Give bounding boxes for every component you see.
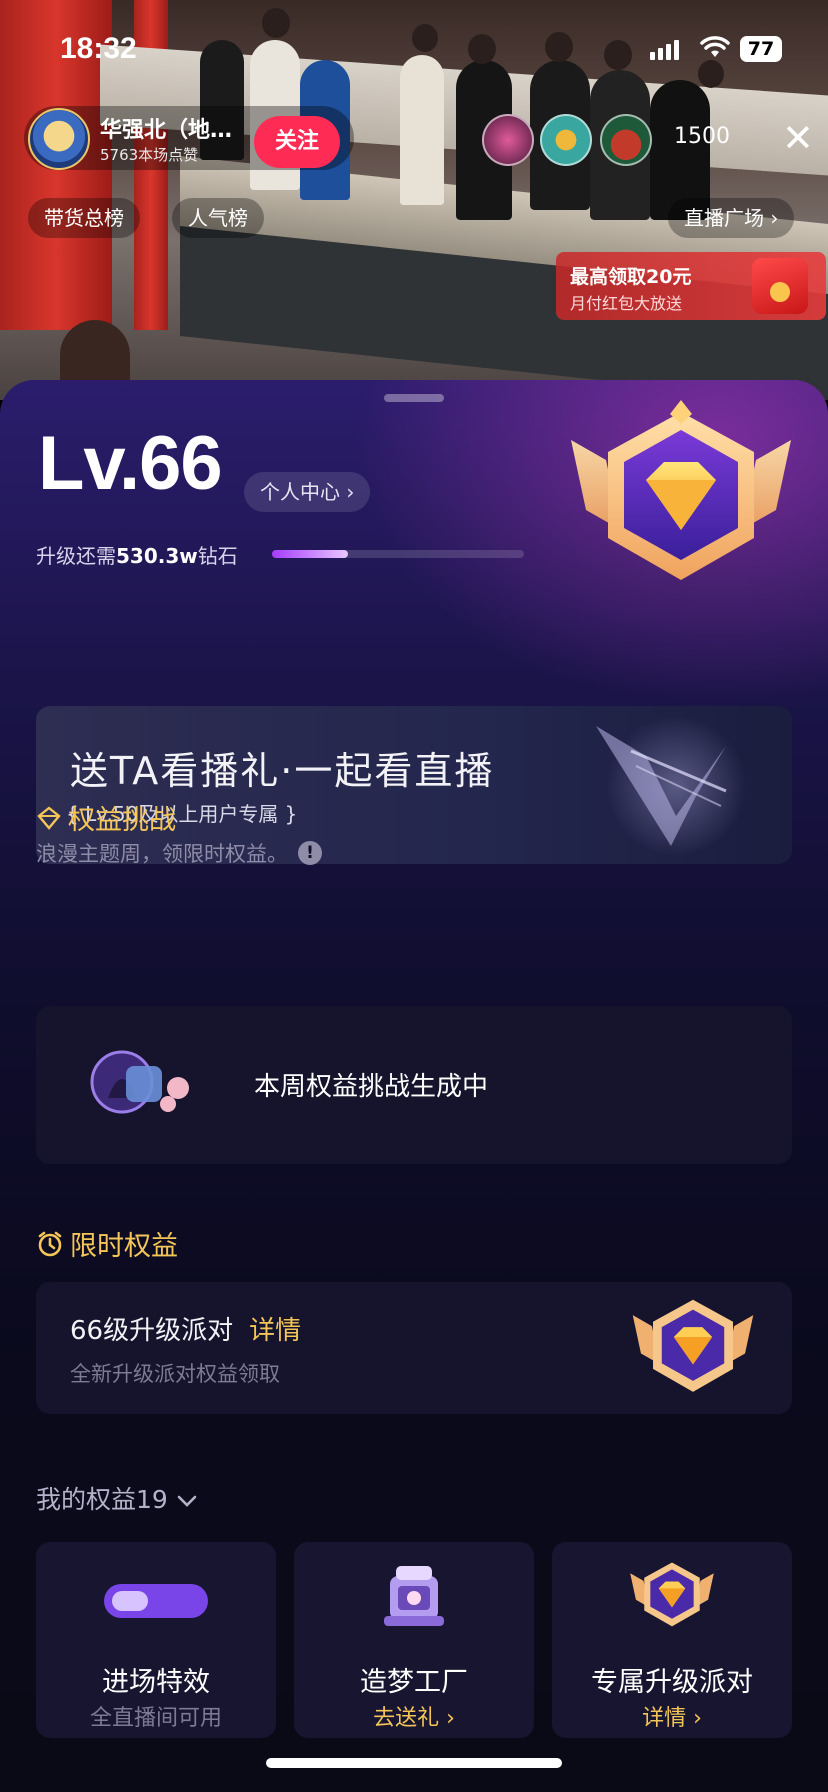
red-packet-title: 最高领取20元	[570, 266, 692, 288]
upgrade-value: 530.3w	[116, 544, 198, 568]
limited-heading: 限时权益	[36, 1224, 178, 1263]
upgrade-prefix: 升级还需	[36, 544, 116, 568]
challenge-heading: 权益挑战	[36, 798, 176, 837]
viewer-avatar[interactable]	[600, 114, 652, 166]
my-benefits-title: 我的权益19	[36, 1485, 168, 1514]
limited-title: 限时权益	[70, 1231, 178, 1262]
upgrade-suffix: 钻石	[197, 544, 238, 568]
viewer-avatar[interactable]	[540, 114, 592, 166]
personal-center-button[interactable]: 个人中心 ›	[244, 472, 371, 512]
benefit-action-link[interactable]: 详情 ›	[552, 1700, 792, 1732]
upgrade-party-card[interactable]: 66级升级派对 详情 全新升级派对权益领取	[36, 1282, 792, 1414]
benefit-action-link[interactable]: 去送礼 ›	[294, 1700, 534, 1732]
info-icon[interactable]: !	[298, 841, 322, 865]
status-time: 18:32	[60, 32, 137, 65]
challenge-emblem-icon	[90, 1050, 189, 1114]
follow-button[interactable]: 关注	[254, 116, 340, 168]
entry-effect-icon	[104, 1584, 208, 1618]
diamond-level-badge-icon	[571, 400, 791, 580]
banner-title: 送TA看播礼·一起看直播	[70, 749, 495, 793]
benefit-name: 造梦工厂	[360, 1667, 468, 1698]
host-likes: 5763本场点赞	[100, 146, 199, 164]
wifi-icon	[700, 36, 730, 57]
tab-popularity-ranking[interactable]: 人气榜	[172, 198, 264, 238]
upgrade-party-badge-icon	[630, 1562, 714, 1627]
host-name: 华强北（地…	[100, 118, 233, 143]
upgrade-party-badge-icon	[632, 1299, 754, 1392]
chevron-down-icon	[177, 1495, 197, 1507]
sheet-grabber[interactable]	[384, 394, 444, 402]
red-packet-promo[interactable]: 最高领取20元 月付红包大放送	[556, 252, 826, 320]
red-packet-subtitle: 月付红包大放送	[570, 294, 683, 313]
close-icon[interactable]: ✕	[782, 118, 814, 158]
viewer-count[interactable]: 1500	[674, 124, 730, 149]
viewer-avatar[interactable]	[482, 114, 534, 166]
status-bar: 18:32 77	[0, 30, 828, 70]
challenge-status-text: 本周权益挑战生成中	[254, 1072, 489, 1102]
benefit-dream-factory[interactable]: 造梦工厂 去送礼 ›	[294, 1542, 534, 1738]
live-square-link[interactable]: 直播广场 ›	[668, 198, 795, 238]
tab-sales-ranking[interactable]: 带货总榜	[28, 198, 140, 238]
challenge-subtitle: 浪漫主题周，领限时权益。	[36, 842, 288, 866]
sparkle-v-logo-icon	[596, 716, 746, 856]
cellular-signal-icon	[650, 40, 679, 60]
host-avatar[interactable]	[28, 108, 90, 170]
benefit-upgrade-party[interactable]: 专属升级派对 详情 ›	[552, 1542, 792, 1738]
benefit-name: 专属升级派对	[591, 1667, 753, 1698]
upgrade-party-title-row: 66级升级派对 详情	[70, 1310, 301, 1347]
benefit-sub: 全直播间可用	[89, 1706, 222, 1731]
challenge-title: 权益挑战	[68, 805, 176, 836]
shopper	[400, 55, 444, 205]
home-indicator[interactable]	[266, 1758, 562, 1768]
challenge-subtitle-row: 浪漫主题周，领限时权益。 !	[36, 838, 322, 868]
upgrade-party-detail-link[interactable]: 详情	[249, 1316, 301, 1346]
my-benefits-toggle[interactable]: 我的权益19	[36, 1480, 198, 1516]
level-progress-bar	[272, 550, 524, 558]
battery-indicator: 77	[740, 36, 782, 62]
diamond-icon	[37, 805, 61, 830]
level-title: Lv.66	[38, 421, 223, 506]
upgrade-party-subtitle: 全新升级派对权益领取	[70, 1362, 280, 1386]
level-panel: Lv.66 个人中心 › 升级还需530.3w钻石 送TA看播礼·一起看直播 {…	[0, 380, 828, 1792]
dream-factory-icon	[384, 1566, 444, 1626]
challenge-card[interactable]: 本周权益挑战生成中	[36, 1006, 792, 1164]
red-envelope-icon	[752, 258, 808, 314]
upgrade-party-title: 66级升级派对	[70, 1316, 234, 1346]
level-progress-fill	[272, 550, 348, 558]
upgrade-requirement: 升级还需530.3w钻石	[36, 540, 238, 569]
benefit-entry-effect[interactable]: 进场特效 全直播间可用	[36, 1542, 276, 1738]
alarm-clock-icon	[38, 1231, 62, 1256]
benefit-name: 进场特效	[102, 1667, 210, 1698]
